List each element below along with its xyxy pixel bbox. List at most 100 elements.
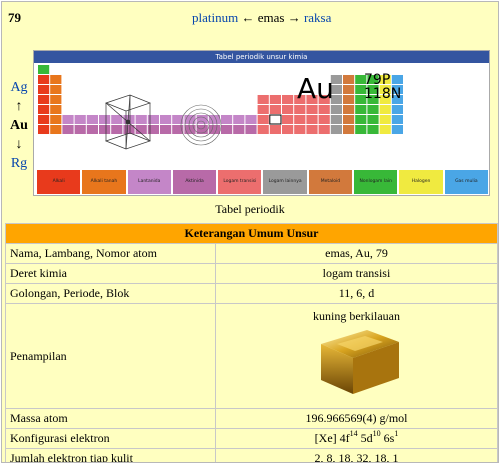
- table-cell: [245, 115, 257, 124]
- table-cell: [74, 115, 86, 124]
- appearance-text: kuning berkilauan: [313, 309, 400, 323]
- table-cell: [355, 125, 367, 134]
- table-cell: [111, 125, 123, 134]
- table-cell: [147, 115, 159, 124]
- element-symbol-large: Au: [297, 72, 334, 105]
- element-below-link[interactable]: Rg: [8, 154, 30, 173]
- table-cell: [50, 115, 62, 124]
- row-label: Golongan, Periode, Blok: [5, 283, 216, 304]
- table-cell: [86, 125, 98, 134]
- neutron-count: 118N: [364, 86, 402, 102]
- table-cell: [50, 105, 62, 114]
- gold-bar-image[interactable]: [307, 324, 407, 402]
- atomic-number: 79: [8, 10, 21, 25]
- table-cell: [367, 115, 379, 124]
- left-arrow-icon: ←: [241, 10, 255, 25]
- table-cell: [379, 105, 391, 114]
- row-label: Deret kimia: [5, 263, 216, 284]
- table-cell: [160, 125, 172, 134]
- periodic-table-legend: Alkali Alkali tanah Lantanida Aktinida Logam…: [37, 170, 488, 194]
- current-element-symbol: Au: [10, 118, 28, 133]
- config-sup: 14: [349, 429, 358, 438]
- table-cell: [50, 75, 62, 84]
- table-row: Penampilan kuning berkilauan: [5, 303, 498, 409]
- table-cell: [391, 125, 403, 134]
- table-cell: [343, 85, 355, 94]
- periodic-table-caption: Tabel periodik: [215, 202, 285, 216]
- table-cell: [318, 105, 330, 114]
- table-cell: [245, 125, 257, 134]
- mass-value: 196.966569(4) g/mol: [215, 408, 498, 429]
- periodic-table-title: Tabel periodik unsur kimia: [34, 51, 489, 63]
- legend-item: Halogen: [399, 170, 443, 194]
- element-above-link[interactable]: Ag: [8, 78, 30, 97]
- table-cell: [294, 105, 306, 114]
- appearance-label: Penampilan: [5, 303, 216, 409]
- table-cell: [160, 115, 172, 124]
- table-cell: [269, 125, 281, 134]
- table-cell: [62, 115, 74, 124]
- table-cell: [318, 125, 330, 134]
- config-part: [Xe] 4f: [314, 431, 350, 445]
- table-cell: [343, 125, 355, 134]
- up-arrow-icon: ↑: [15, 99, 23, 114]
- table-row: Jumlah elektron tiap kulit 2, 8, 18, 32,…: [5, 448, 498, 462]
- table-cell: [99, 125, 111, 134]
- row-label: Nama, Lambang, Nomor atom: [5, 243, 216, 264]
- section-header: Keterangan Umum Unsur: [5, 223, 498, 244]
- table-cell: [74, 125, 86, 134]
- table-row: Massa atom 196.966569(4) g/mol: [5, 408, 498, 429]
- table-cell: [135, 115, 147, 124]
- table-row: Golongan, Periode, Blok 11, 6, d: [5, 283, 498, 304]
- legend-item: Alkali: [37, 170, 81, 194]
- table-cell: [233, 125, 245, 134]
- table-cell: [355, 115, 367, 124]
- table-cell: [62, 125, 74, 134]
- table-cell: [269, 95, 281, 104]
- table-cell: [50, 125, 62, 134]
- element-navigation: platinum ← emas → raksa: [192, 10, 331, 26]
- table-cell: [135, 125, 147, 134]
- legend-item: Logam lainnya: [263, 170, 307, 194]
- table-cell: [38, 95, 50, 104]
- table-cell: [38, 85, 50, 94]
- table-cell: [38, 65, 50, 74]
- table-cell: [282, 125, 294, 134]
- group-navigation: Ag ↑ Au ↓ Rg: [8, 78, 30, 173]
- table-cell: [306, 105, 318, 114]
- table-cell: [221, 115, 233, 124]
- table-cell: [257, 115, 269, 124]
- shell-value: 2, 8, 18, 32, 18, 1: [215, 448, 498, 462]
- table-cell: [306, 125, 318, 134]
- table-cell: [269, 105, 281, 114]
- table-cell: [282, 115, 294, 124]
- config-value: [Xe] 4f14 5d10 6s1: [215, 428, 498, 449]
- next-element-link[interactable]: raksa: [304, 10, 331, 25]
- table-cell: [343, 105, 355, 114]
- nucleus-composition: 79P 118N: [364, 73, 401, 101]
- table-cell: [306, 115, 318, 124]
- row-value: emas, Au, 79: [215, 243, 498, 264]
- legend-item: Gas mulia: [444, 170, 488, 194]
- config-part: 6s: [380, 431, 395, 445]
- periodic-table-image[interactable]: Tabel periodik unsur kimia Alkali Alkali …: [33, 50, 490, 196]
- table-cell: [379, 125, 391, 134]
- table-cell: [99, 115, 111, 124]
- prev-element-link[interactable]: platinum: [192, 10, 238, 25]
- legend-item: Lantanida: [127, 170, 171, 194]
- periodic-table-grid: [38, 65, 403, 150]
- table-cell: [294, 115, 306, 124]
- table-cell: [330, 115, 342, 124]
- legend-item: Aktinida: [172, 170, 217, 194]
- table-cell: [38, 115, 50, 124]
- table-cell: [294, 125, 306, 134]
- table-cell: [257, 105, 269, 114]
- appearance-value: kuning berkilauan: [215, 303, 498, 409]
- legend-item: Logam transisi: [218, 170, 262, 194]
- table-cell: [111, 115, 123, 124]
- table-cell: [38, 105, 50, 114]
- config-sup: 10: [372, 429, 381, 438]
- legend-item: Alkali tanah: [82, 170, 126, 194]
- table-cell: [86, 115, 98, 124]
- table-cell: [391, 105, 403, 114]
